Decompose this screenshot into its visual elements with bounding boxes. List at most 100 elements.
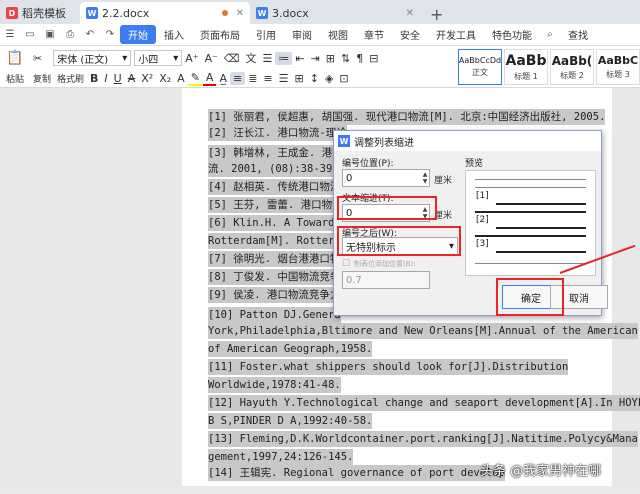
folder-icon[interactable]: ▭ <box>23 28 37 42</box>
reference-item[interactable]: 流. 2001, (08):38-39. <box>208 161 339 177</box>
clear-format-icon[interactable]: ⌫ <box>221 52 243 65</box>
menu-search[interactable]: 查找 <box>560 27 596 42</box>
number-position-spinner[interactable]: ▲ ▼ <box>420 169 430 187</box>
decrease-indent-icon[interactable]: ⇤ <box>292 52 307 65</box>
style-heading-3[interactable]: AaBbC 标题 3 <box>596 49 640 85</box>
border-icon[interactable]: ⊡ <box>336 72 351 85</box>
sort-icon[interactable]: ⇅ <box>338 52 353 65</box>
reference-item[interactable]: gement,1997,24:126-145. <box>208 449 354 465</box>
reference-item[interactable]: B S,PINDER D A,1992:40-58. <box>208 413 373 429</box>
menu-view[interactable]: 视图 <box>320 27 356 42</box>
close-icon[interactable]: ✕ <box>236 8 244 19</box>
italic-icon[interactable]: I <box>101 72 110 85</box>
grow-font-icon[interactable]: A⁺ <box>182 52 201 65</box>
tab-stop-checkbox[interactable]: ☐ <box>342 259 350 269</box>
number-position-input[interactable]: 0 <box>342 169 430 187</box>
reference-item[interactable]: [9] 侯凌. 港口物流竞争力研 <box>208 287 351 303</box>
preview-item-3: [3] <box>476 239 489 249</box>
text-indent-input[interactable]: 0 <box>342 204 430 222</box>
subscript-icon[interactable]: X₂ <box>156 72 174 85</box>
print-icon[interactable]: ⎙ <box>63 28 77 42</box>
phonetic-icon[interactable]: 文 <box>242 50 259 66</box>
menu-devtools[interactable]: 开发工具 <box>428 27 484 42</box>
font-color-icon[interactable]: A <box>202 71 217 86</box>
shrink-font-icon[interactable]: A⁻ <box>202 52 221 65</box>
style-heading-2[interactable]: AaBb( 标题 2 <box>550 49 594 85</box>
highlight-icon[interactable]: ✎ <box>187 71 203 86</box>
font-family-select[interactable]: 宋体 (正文) ▾ <box>53 50 132 66</box>
shading-icon[interactable]: ◈ <box>322 72 336 85</box>
copy-label[interactable]: 复制 <box>30 72 54 85</box>
justify-icon[interactable]: ☰ <box>276 72 292 85</box>
reference-item[interactable]: [8] 丁俊发. 中国物流竞争力 <box>208 269 351 285</box>
reference-item[interactable]: [3] 韩增林, 王成金. 港口物 <box>208 145 354 161</box>
menu-security[interactable]: 安全 <box>392 27 428 42</box>
number-position-unit[interactable]: 厘米 <box>434 173 452 186</box>
reference-item[interactable]: [12] Hayuth Y.Technological change and s… <box>208 395 640 411</box>
superscript-icon[interactable]: X² <box>138 72 156 85</box>
show-marks-icon[interactable]: ¶ <box>353 52 366 65</box>
strikethrough-icon[interactable]: A <box>125 72 139 85</box>
new-tab-icon[interactable]: + <box>420 5 453 24</box>
align-left-icon[interactable]: ≡ <box>229 71 246 85</box>
borders-icon[interactable]: ⊟ <box>366 52 381 65</box>
reference-item[interactable]: of American Geograph,1958. <box>208 341 373 357</box>
search-icon[interactable]: ⌕ <box>543 28 557 42</box>
tab-docer[interactable]: D 稻壳模板 <box>0 2 80 24</box>
docer-icon: D <box>6 7 18 19</box>
format-painter-label[interactable]: 格式刷 <box>54 72 87 85</box>
undo-icon[interactable]: ↶ <box>83 28 97 42</box>
reference-item[interactable]: [13] Fleming,D.K.Worldcontainer.port.ran… <box>208 431 638 447</box>
reference-item[interactable]: [2] 汪长江. 港口物流-理论 <box>208 125 347 141</box>
cut-icon[interactable]: ✂ <box>30 52 45 65</box>
bullet-list-icon[interactable]: ☰ <box>259 52 275 65</box>
font-size-select[interactable]: 小四 ▾ <box>134 50 183 66</box>
preview-label: 预览 <box>465 159 484 169</box>
menu-insert[interactable]: 插入 <box>156 27 192 42</box>
preview-line <box>475 235 586 237</box>
asian-layout-icon[interactable]: ⊞ <box>323 52 338 65</box>
menu-chapter[interactable]: 章节 <box>356 27 392 42</box>
redo-icon[interactable]: ↷ <box>103 28 117 42</box>
menu-start[interactable]: 开始 <box>120 25 156 44</box>
reference-item[interactable]: [10] Patton DJ.Genera <box>208 307 341 323</box>
save-icon[interactable]: ▣ <box>43 28 57 42</box>
bold-icon[interactable]: B <box>87 72 101 85</box>
reference-item[interactable]: Worldwide,1978:41-48. <box>208 377 341 393</box>
reference-item[interactable]: Rotterdam[M]. Rotter <box>208 233 335 249</box>
distribute-icon[interactable]: ⊞ <box>292 72 307 85</box>
menu-layout[interactable]: 页面布局 <box>192 27 248 42</box>
increase-indent-icon[interactable]: ⇥ <box>308 52 323 65</box>
paste-icon[interactable]: 📋 <box>0 50 30 66</box>
tab-3-docx[interactable]: W 3.docx ✕ <box>250 2 420 24</box>
cancel-button[interactable]: 取消 <box>550 285 608 309</box>
close-icon[interactable]: ✕ <box>406 8 414 19</box>
style-gallery: AaBbCcDd 正文 AaBb 标题 1 AaBb( 标题 2 AaBbC 标… <box>458 49 640 85</box>
text-indent-spinner[interactable]: ▲ ▼ <box>420 204 430 222</box>
numbered-list-icon[interactable]: ≔ <box>275 51 293 65</box>
text-effect-icon[interactable]: A <box>174 72 188 85</box>
menu-review[interactable]: 审阅 <box>284 27 320 42</box>
underline-icon[interactable]: U <box>111 72 125 85</box>
menu-features[interactable]: 特色功能 <box>484 27 540 42</box>
reference-item[interactable]: York,Philadelphia,Bltimore and New Orlea… <box>208 323 638 339</box>
align-right-icon[interactable]: ≡ <box>260 72 275 85</box>
style-heading-1[interactable]: AaBb 标题 1 <box>504 49 548 85</box>
reference-item[interactable]: [5] 王芬, 雷蕾. 港口物流 <box>208 197 343 213</box>
reference-item[interactable]: [14] 王辑宪. Regional governance of port de… <box>208 465 506 481</box>
align-center-icon[interactable]: ≣ <box>245 72 260 85</box>
tab-2-2-docx[interactable]: W 2.2.docx ✕ <box>80 2 250 24</box>
text-indent-unit[interactable]: 厘米 <box>434 208 452 221</box>
line-spacing-icon[interactable]: ↕ <box>307 72 322 85</box>
menu-icon[interactable]: ☰ <box>3 28 17 42</box>
menu-references[interactable]: 引用 <box>248 27 284 42</box>
paste-label[interactable]: 粘贴 <box>0 72 30 85</box>
reference-item[interactable]: [1] 张丽君, 侯超惠, 胡国强. 现代港口物流[M]. 北京:中国经济出版社… <box>208 109 606 125</box>
reference-item[interactable]: [11] Foster.what shippers should look fo… <box>208 359 569 375</box>
after-number-select[interactable]: 无特别标示 ▾ <box>342 237 458 255</box>
reference-item[interactable]: [7] 徐明光. 烟台港港口物 <box>208 251 341 267</box>
reference-item[interactable]: [4] 赵相英. 传统港口物流向 <box>208 179 351 195</box>
tab-stop-input[interactable]: 0.7 <box>342 271 430 289</box>
char-border-icon[interactable]: A̲ <box>216 72 230 85</box>
style-normal[interactable]: AaBbCcDd 正文 <box>458 49 502 85</box>
